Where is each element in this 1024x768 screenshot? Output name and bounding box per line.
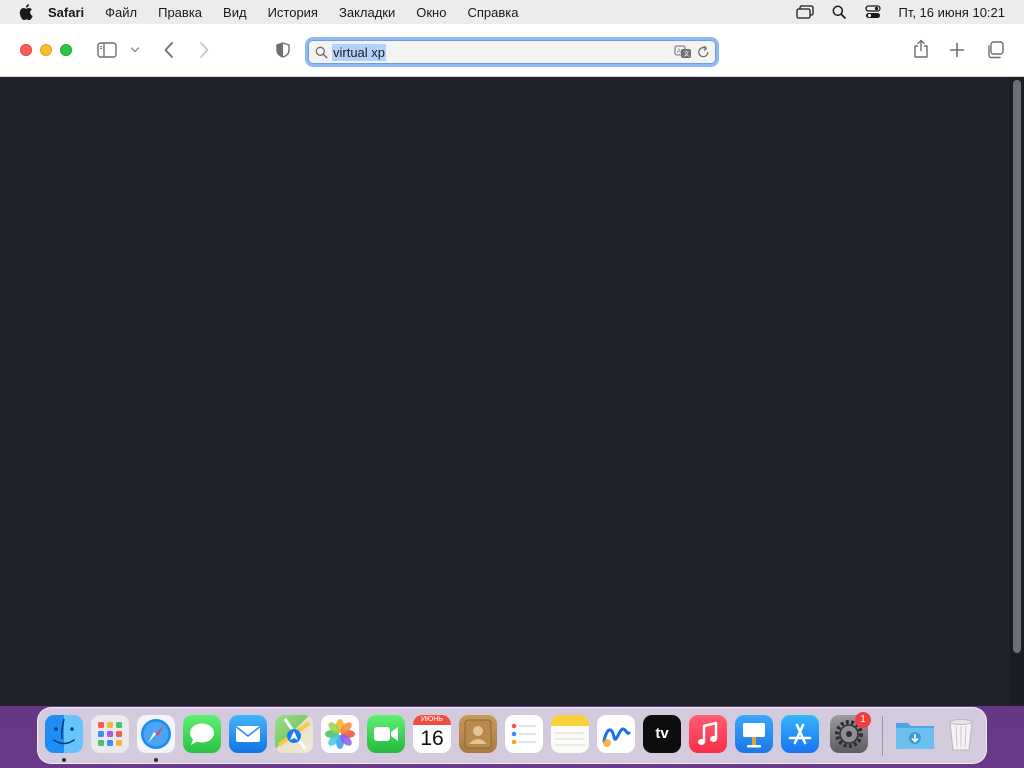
reminders-icon[interactable] [505, 715, 543, 753]
mail-icon[interactable] [229, 715, 267, 753]
menu-file[interactable]: Файл [105, 5, 137, 20]
sidebar-toggle-icon[interactable] [96, 41, 118, 59]
notes-icon[interactable] [551, 715, 589, 753]
share-icon[interactable] [911, 38, 931, 60]
browser-toolbar: virtual xp A文 [0, 24, 1024, 77]
menu-view[interactable]: Вид [223, 5, 247, 20]
safari-running-indicator [154, 758, 158, 762]
menu-bar: Safari Файл Правка Вид История Закладки … [0, 0, 1024, 24]
back-icon[interactable] [160, 40, 178, 60]
launchpad-icon[interactable] [91, 715, 129, 753]
translate-icon[interactable]: A文 [674, 45, 692, 59]
menu-help[interactable]: Справка [467, 5, 518, 20]
spotlight-search-icon[interactable] [830, 4, 848, 20]
minimize-window-button[interactable] [40, 44, 52, 56]
downloads-folder-icon[interactable] [894, 715, 934, 753]
contacts-icon[interactable] [459, 715, 497, 753]
menu-clock[interactable]: Пт, 16 июня 10:21 [898, 5, 1005, 20]
dock: ИЮНЬ 16 tv 1 [37, 707, 987, 764]
calendar-icon[interactable]: ИЮНЬ 16 [413, 715, 451, 753]
safari-icon[interactable] [137, 715, 175, 753]
calendar-month-label: ИЮНЬ [413, 715, 451, 725]
privacy-shield-icon[interactable] [274, 40, 292, 60]
tab-overview-icon[interactable] [985, 40, 1005, 60]
scrollbar-thumb[interactable] [1013, 80, 1021, 653]
dock-separator [882, 716, 883, 756]
address-bar[interactable]: virtual xp A文 [305, 37, 719, 67]
finder-running-indicator [62, 758, 66, 762]
finder-icon[interactable] [45, 715, 83, 753]
maximize-window-button[interactable] [60, 44, 72, 56]
svg-text:A: A [677, 49, 681, 55]
facetime-icon[interactable] [367, 715, 405, 753]
messages-icon[interactable] [183, 715, 221, 753]
menu-history[interactable]: История [268, 5, 318, 20]
menu-bookmarks[interactable]: Закладки [339, 5, 395, 20]
calendar-day-label: 16 [420, 727, 444, 750]
freeform-icon[interactable] [597, 715, 635, 753]
web-content-area[interactable] [0, 77, 1024, 706]
menu-window[interactable]: Окно [416, 5, 446, 20]
apple-menu-icon[interactable] [18, 4, 34, 20]
app-store-icon[interactable] [781, 715, 819, 753]
svg-text:文: 文 [684, 50, 690, 58]
menu-app-name[interactable]: Safari [48, 5, 84, 20]
apple-tv-label: tv [655, 725, 669, 742]
control-center-icon[interactable] [864, 4, 882, 20]
maps-icon[interactable] [275, 715, 313, 753]
photos-icon[interactable] [321, 715, 359, 753]
forward-icon[interactable] [195, 40, 213, 60]
settings-notification-badge: 1 [855, 712, 871, 728]
trash-icon[interactable] [942, 715, 980, 753]
menu-edit[interactable]: Правка [158, 5, 202, 20]
close-window-button[interactable] [20, 44, 32, 56]
safari-window: virtual xp A文 [0, 24, 1024, 706]
search-input[interactable]: virtual xp [332, 44, 387, 61]
chevron-down-icon[interactable] [129, 44, 141, 56]
reload-icon[interactable] [697, 45, 710, 59]
new-tab-icon[interactable] [947, 40, 967, 60]
apple-tv-icon[interactable]: tv [643, 715, 681, 753]
screen-mirroring-icon[interactable] [796, 4, 815, 20]
keynote-icon[interactable] [735, 715, 773, 753]
music-icon[interactable] [689, 715, 727, 753]
search-icon [315, 46, 328, 59]
